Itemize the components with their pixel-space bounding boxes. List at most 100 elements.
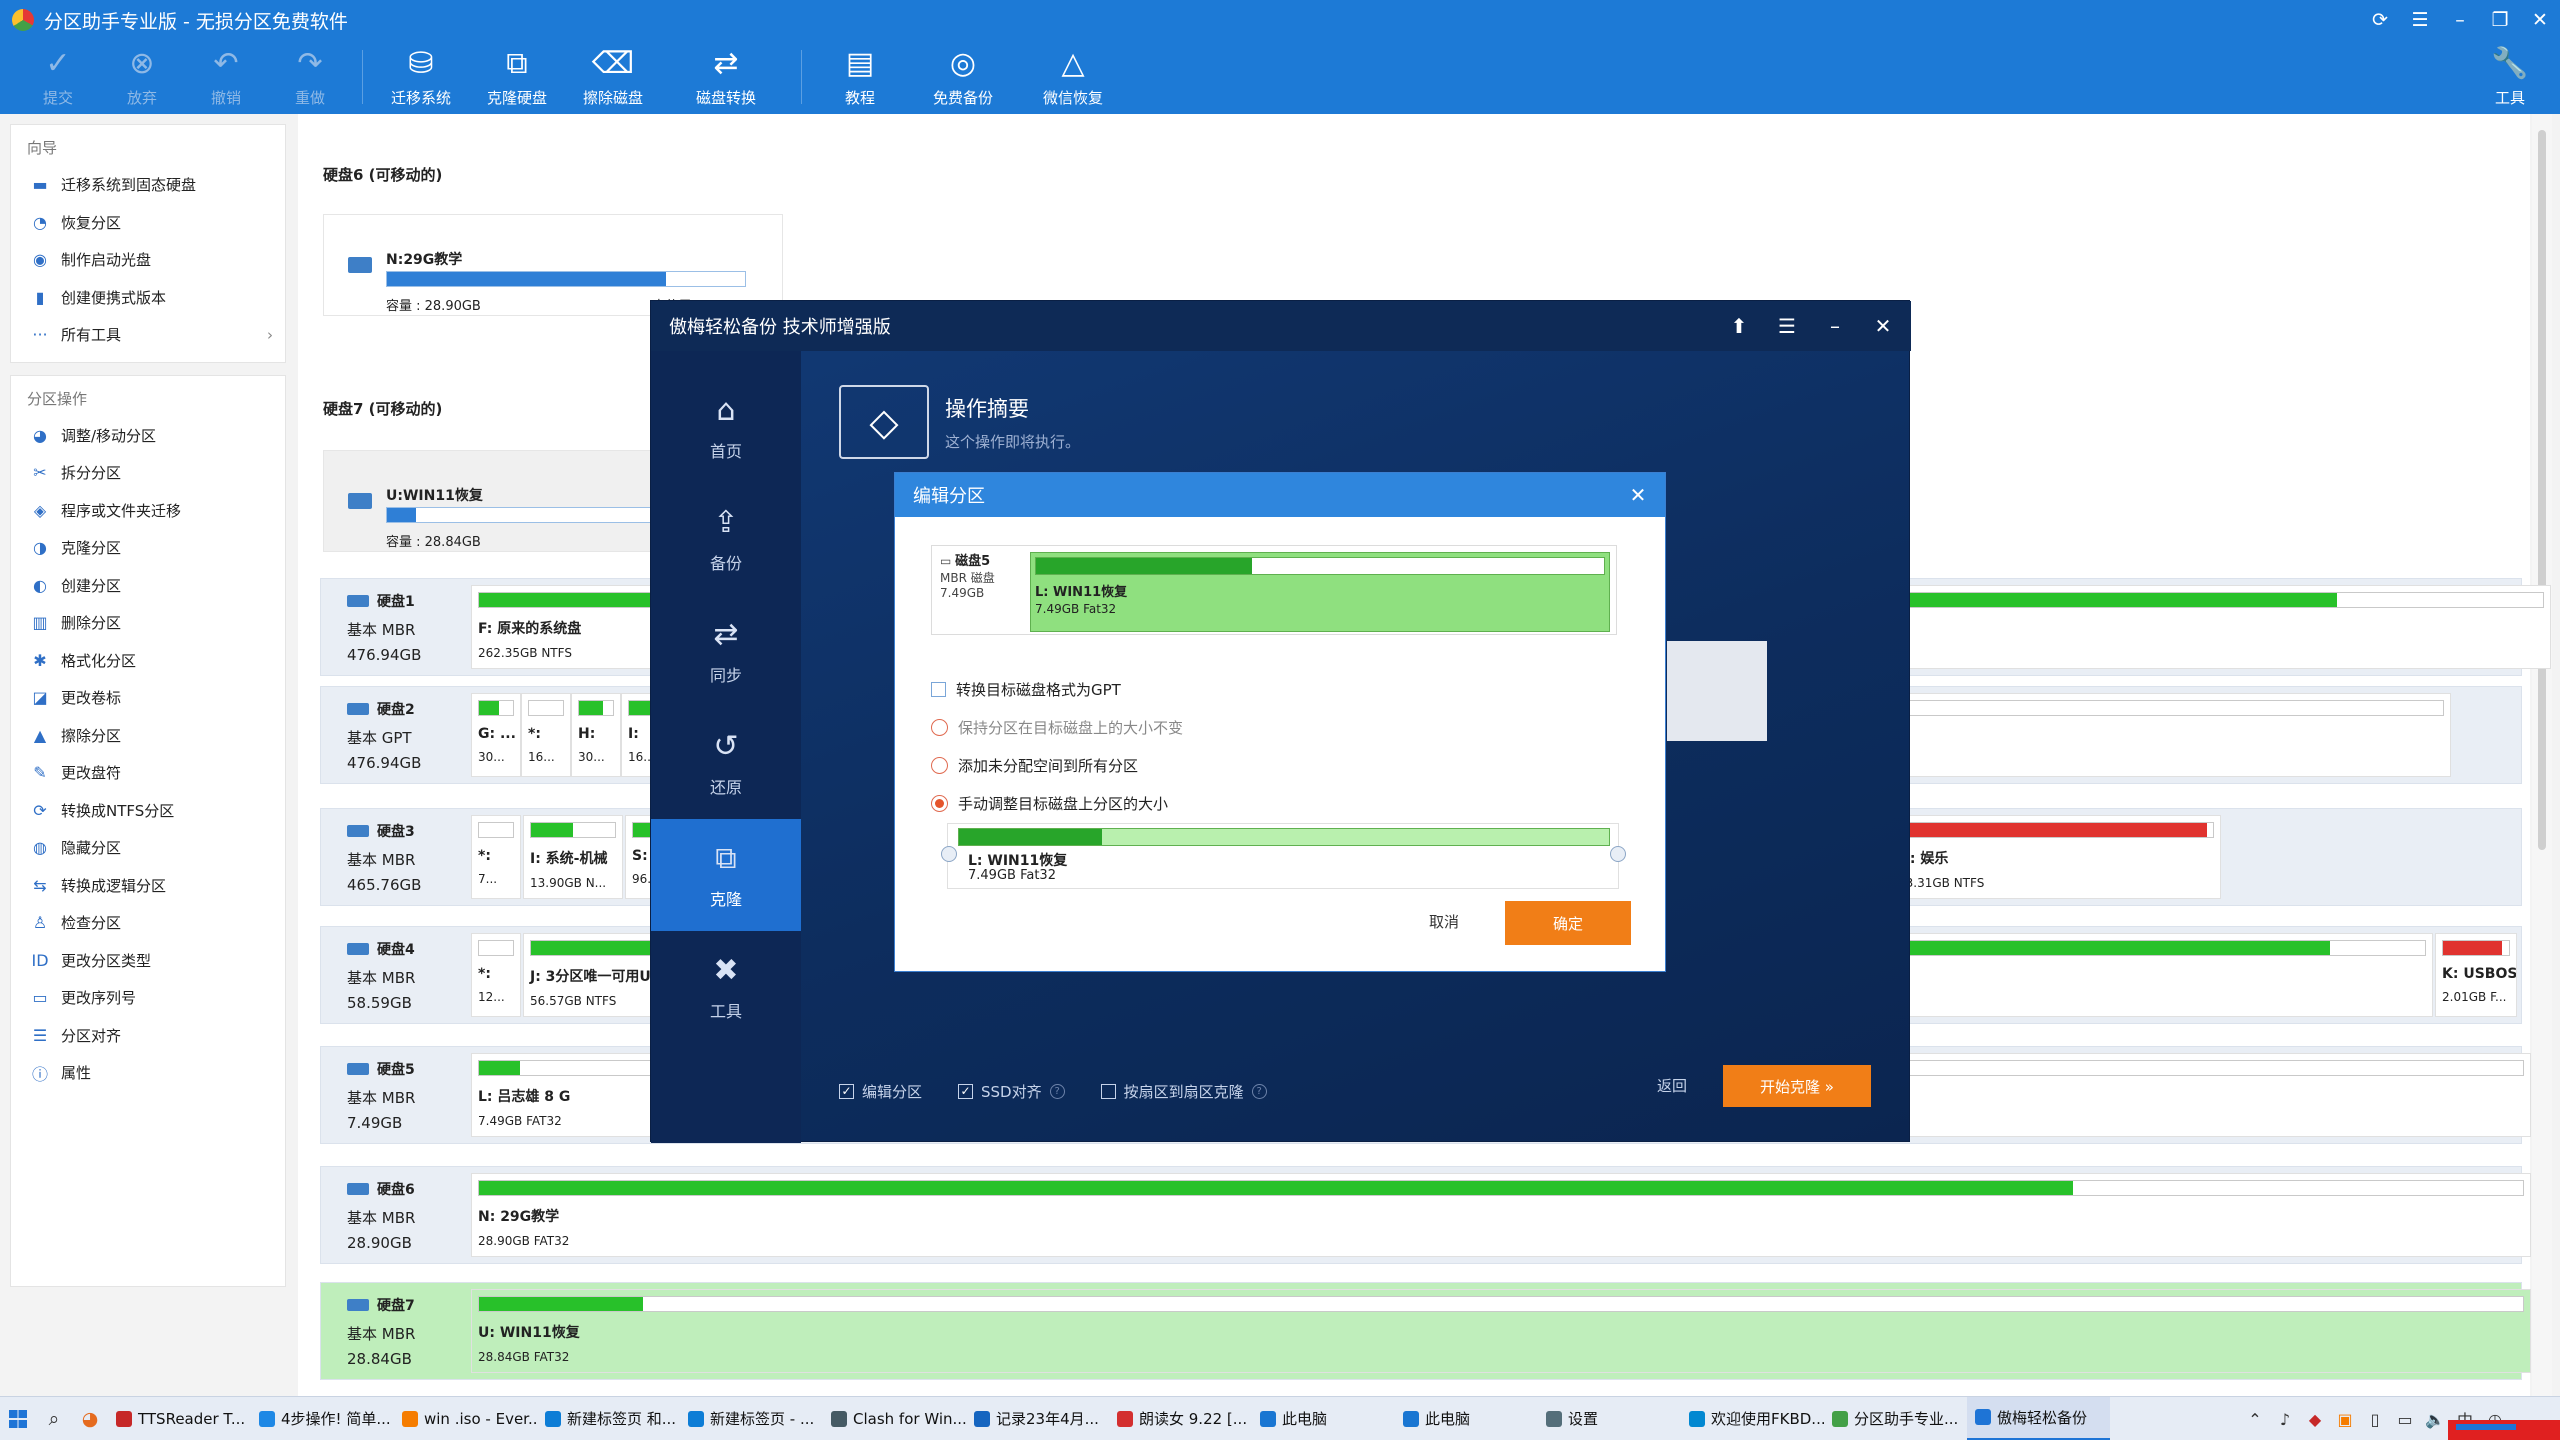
- taskbar-app[interactable]: 设置: [1538, 1397, 1681, 1440]
- start-button[interactable]: [0, 1397, 36, 1440]
- manual-resize-radio[interactable]: 手动调整目标磁盘上分区的大小: [931, 793, 1168, 814]
- convert-gpt-checkbox[interactable]: 转换目标磁盘格式为GPT: [931, 679, 1121, 700]
- sidebar-item-resize[interactable]: ◕ 调整/移动分区: [11, 417, 285, 455]
- sidebar-item-migrate-ssd[interactable]: ▬ 迁移系统到固态硬盘: [11, 166, 285, 204]
- sidebar-item-align[interactable]: ☰ 分区对齐: [11, 1017, 285, 1055]
- taskbar-app[interactable]: 欢迎使用FKBD...: [1681, 1397, 1824, 1440]
- folder-icon[interactable]: ▣: [2330, 1410, 2360, 1429]
- partition-block[interactable]: N: 29G教学 28.90GB FAT32: [471, 1173, 2531, 1257]
- taskbar-app[interactable]: 新建标签页 和...: [537, 1397, 680, 1440]
- sidebar-item-properties[interactable]: ⓘ 属性: [11, 1054, 285, 1092]
- toolbar-wechat-recover-button[interactable]: △ 微信恢复: [1018, 40, 1128, 114]
- partition-block[interactable]: *: 16...: [521, 693, 571, 777]
- start-clone-button[interactable]: 开始克隆 »: [1723, 1065, 1871, 1107]
- battery-icon[interactable]: ▯: [2360, 1410, 2390, 1429]
- taskbar-app[interactable]: 分区助手专业...: [1824, 1397, 1967, 1440]
- nav-restore[interactable]: ↺ 还原: [651, 707, 801, 819]
- tiktok-icon[interactable]: ♪: [2270, 1410, 2300, 1429]
- sidebar-item-recover-partition[interactable]: ◔ 恢复分区: [11, 204, 285, 242]
- sidebar-item-check[interactable]: ♙ 检查分区: [11, 904, 285, 942]
- sidebar-item-create[interactable]: ◐ 创建分区: [11, 567, 285, 605]
- ok-button[interactable]: 确定: [1505, 901, 1631, 945]
- sidebar-item-hide[interactable]: ◍ 隐藏分区: [11, 829, 285, 867]
- toolbar-tools-button[interactable]: 🔧 工具: [2468, 40, 2552, 114]
- partition-block[interactable]: *: 12...: [471, 933, 521, 1017]
- slider-right-handle[interactable]: [1610, 846, 1626, 862]
- main-scrollbar[interactable]: [2532, 114, 2552, 1396]
- toolbar-redo-button[interactable]: ↷ 重做: [268, 40, 352, 114]
- menu-icon[interactable]: ☰: [1763, 301, 1811, 351]
- speaker-app-icon[interactable]: ◆: [2300, 1410, 2330, 1429]
- sidebar-item-boot-disc[interactable]: ◉ 制作启动光盘: [11, 241, 285, 279]
- taskbar-app[interactable]: win .iso - Ever...: [394, 1397, 537, 1440]
- help-icon[interactable]: ?: [1251, 1083, 1267, 1099]
- toolbar-tutorial-button[interactable]: ▤ 教程: [812, 40, 908, 114]
- network-icon[interactable]: ▭: [2390, 1410, 2420, 1429]
- taskbar-app[interactable]: TTSReader T...: [108, 1397, 251, 1440]
- chat-icon[interactable]: ◕: [72, 1397, 108, 1440]
- taskbar-app[interactable]: 记录23年4月...: [966, 1397, 1109, 1440]
- sidebar-item-drive-letter[interactable]: ✎ 更改盘符: [11, 754, 285, 792]
- sidebar-item-all-tools[interactable]: ··· 所有工具 ›: [11, 316, 285, 354]
- toolbar-undo-button[interactable]: ↶ 撤销: [184, 40, 268, 114]
- sidebar-item-wipe[interactable]: ▲ 擦除分区: [11, 717, 285, 755]
- close-button[interactable]: ✕: [2520, 0, 2560, 40]
- sidebar-item-portable[interactable]: ▮ 创建便携式版本: [11, 279, 285, 317]
- taskbar-app[interactable]: 此电脑: [1395, 1397, 1538, 1440]
- partition-block[interactable]: *: 7...: [471, 815, 521, 899]
- cancel-button[interactable]: 取消: [1429, 911, 1459, 932]
- disk-row[interactable]: 硬盘7 基本 MBR 28.84GB U: WIN11恢复 28.84GB FAT32: [320, 1282, 2531, 1380]
- chevron-up-icon[interactable]: ⌃: [2240, 1410, 2270, 1429]
- toolbar-convert-disk-button[interactable]: ⇄ 磁盘转换: [661, 40, 791, 114]
- partition-block[interactable]: H: 30...: [571, 693, 621, 777]
- taskbar-app[interactable]: 新建标签页 - ...: [680, 1397, 823, 1440]
- add-unallocated-radio[interactable]: 添加未分配空间到所有分区: [931, 755, 1138, 776]
- toolbar-wipe-disk-button[interactable]: ⌫ 擦除磁盘: [565, 40, 661, 114]
- sidebar-item-delete[interactable]: ▥ 删除分区: [11, 604, 285, 642]
- taskbar-app[interactable]: Clash for Win...: [823, 1397, 966, 1440]
- nav-tools[interactable]: ✖ 工具: [651, 931, 801, 1043]
- upgrade-icon[interactable]: ⬆: [1715, 301, 1763, 351]
- keep-size-radio[interactable]: 保持分区在目标磁盘上的大小不变: [931, 717, 1183, 738]
- disk-row[interactable]: 硬盘6 基本 MBR 28.90GB N: 29G教学 28.90GB FAT32: [320, 1166, 2531, 1264]
- help-icon[interactable]: ?: [1049, 1083, 1065, 1099]
- sidebar-item-clone-partition[interactable]: ◑ 克隆分区: [11, 529, 285, 567]
- taskbar-app[interactable]: 4步操作! 简单...: [251, 1397, 394, 1440]
- volume-icon[interactable]: 🔈: [2420, 1410, 2450, 1429]
- restore-button[interactable]: ❐: [2480, 0, 2520, 40]
- partition-block[interactable]: U: WIN11恢复 28.84GB FAT32: [471, 1289, 2531, 1373]
- partition-block[interactable]: Q: 娱乐 83.31GB NTFS: [1891, 815, 2221, 899]
- nav-clone[interactable]: ⧉ 克隆: [651, 819, 801, 931]
- partition-block[interactable]: I: 系统-机械 13.90GB N...: [523, 815, 623, 899]
- toolbar-backup-button[interactable]: ◎ 免费备份: [908, 40, 1018, 114]
- scrollbar-thumb[interactable]: [2538, 130, 2546, 850]
- ssd-align-checkbox[interactable]: ✓ SSD对齐?: [958, 1081, 1065, 1102]
- sidebar-item-serial[interactable]: ▭ 更改序列号: [11, 979, 285, 1017]
- close-button[interactable]: ✕: [1859, 301, 1907, 351]
- minimize-button[interactable]: –: [1811, 301, 1859, 351]
- close-icon[interactable]: ✕: [1623, 473, 1653, 517]
- back-button[interactable]: 返回: [1657, 1075, 1687, 1096]
- menu-icon[interactable]: ☰: [2400, 0, 2440, 40]
- partition-resize-slider[interactable]: L: WIN11恢复 7.49GB Fat32: [941, 823, 1626, 889]
- nav-backup[interactable]: ⇪ 备份: [651, 483, 801, 595]
- sidebar-item-split[interactable]: ✂ 拆分分区: [11, 454, 285, 492]
- sidebar-item-logical[interactable]: ⇆ 转换成逻辑分区: [11, 867, 285, 905]
- toolbar-migrate-button[interactable]: ⛁ 迁移系统: [373, 40, 469, 114]
- toolbar-commit-button[interactable]: ✓ 提交: [16, 40, 100, 114]
- nav-home[interactable]: ⌂ 首页: [651, 371, 801, 483]
- sidebar-item-format[interactable]: ✱ 格式化分区: [11, 642, 285, 680]
- taskbar-app[interactable]: 傲梅轻松备份: [1967, 1396, 2110, 1440]
- taskbar-app[interactable]: 朗读女 9.22 [...: [1109, 1397, 1252, 1440]
- partition-block[interactable]: G: ... 30...: [471, 693, 521, 777]
- toolbar-clone-disk-button[interactable]: ⧉ 克隆硬盘: [469, 40, 565, 114]
- nav-sync[interactable]: ⇄ 同步: [651, 595, 801, 707]
- sidebar-item-type[interactable]: ID 更改分区类型: [11, 942, 285, 980]
- sidebar-item-ntfs[interactable]: ⟳ 转换成NTFS分区: [11, 792, 285, 830]
- sidebar-item-app-mover[interactable]: ◈ 程序或文件夹迁移: [11, 492, 285, 530]
- slider-left-handle[interactable]: [941, 846, 957, 862]
- sector-clone-checkbox[interactable]: 按扇区到扇区克隆?: [1100, 1081, 1267, 1102]
- sidebar-item-label[interactable]: ◪ 更改卷标: [11, 679, 285, 717]
- toolbar-discard-button[interactable]: ⊗ 放弃: [100, 40, 184, 114]
- edit-partition-checkbox[interactable]: ✓ 编辑分区: [839, 1081, 922, 1102]
